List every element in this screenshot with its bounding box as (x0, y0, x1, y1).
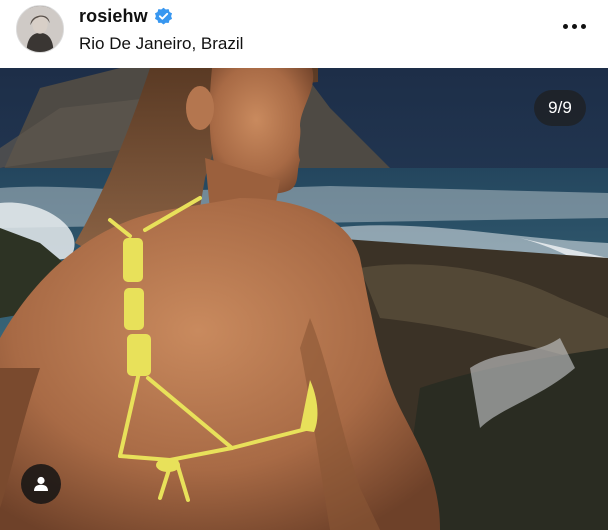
tagged-users-button[interactable] (21, 464, 61, 504)
post-image (0, 68, 608, 530)
more-options-button[interactable] (558, 14, 590, 38)
location-link[interactable]: Rio De Janeiro, Brazil (79, 34, 243, 54)
post-photo[interactable] (0, 68, 608, 530)
username-row: rosiehw (79, 6, 173, 27)
more-options-dot (571, 23, 577, 29)
more-options-icon (562, 23, 568, 29)
more-options-dot (580, 23, 586, 29)
avatar[interactable] (16, 5, 64, 53)
avatar-photo (17, 6, 63, 52)
post-header: rosiehw Rio De Janeiro, Brazil (0, 0, 608, 68)
carousel-counter-badge: 9/9 (534, 90, 586, 126)
user-tag-icon (34, 476, 48, 491)
username[interactable]: rosiehw (79, 6, 148, 27)
verified-icon (154, 7, 173, 26)
